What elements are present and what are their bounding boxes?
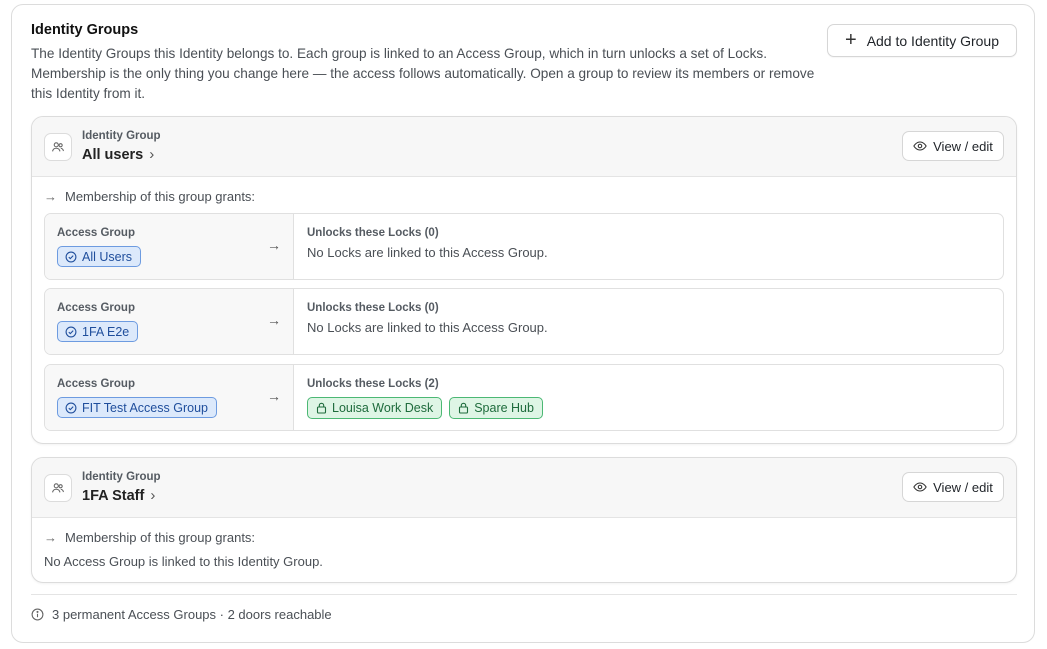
group-kicker: Identity Group [82, 471, 161, 483]
check-circle-icon [65, 251, 77, 262]
users-icon [44, 474, 72, 502]
group-name: All users [82, 146, 144, 163]
locks-title: Unlocks these Locks (0) [307, 302, 439, 314]
lock-list: Louisa Work Desk Spare Hub [307, 397, 543, 419]
section-title: Identity Groups [31, 22, 139, 38]
access-group-cell: Access Group All Users → [45, 214, 294, 279]
eye-icon [913, 482, 927, 492]
arrow-right-icon: → [44, 530, 57, 545]
plus-icon: + [845, 28, 857, 51]
group-name-link[interactable]: 1FA Staff › [82, 487, 155, 504]
no-locks-text: No Locks are linked to this Access Group… [307, 320, 548, 335]
identity-group-card: Identity Group All users › View / edit →… [31, 116, 1017, 444]
access-group-pill[interactable]: All Users [57, 246, 142, 267]
view-edit-button[interactable]: View / edit [902, 131, 1004, 161]
access-group-name: All Users [82, 249, 133, 264]
access-group-kicker: Access Group [57, 227, 135, 239]
info-icon [31, 608, 44, 621]
users-icon [44, 133, 72, 161]
locks-title: Unlocks these Locks (2) [307, 378, 439, 390]
access-group-pill[interactable]: 1FA E2e [57, 321, 139, 342]
view-edit-button[interactable]: View / edit [902, 472, 1004, 502]
access-summary: 3 permanent Access Groups · 2 doors reac… [31, 607, 332, 622]
no-locks-text: No Locks are linked to this Access Group… [307, 245, 548, 260]
arrow-right-icon: → [267, 237, 281, 253]
lock-icon [316, 402, 327, 414]
group-name: 1FA Staff [82, 487, 145, 504]
identity-group-header: Identity Group 1FA Staff › View / edit [32, 458, 1016, 518]
arrow-right-icon: → [267, 388, 281, 404]
no-access-group-text: No Access Group is linked to this Identi… [44, 554, 323, 569]
lock-pill[interactable]: Louisa Work Desk [307, 397, 443, 419]
identity-group-card: Identity Group 1FA Staff › View / edit →… [31, 457, 1017, 583]
access-group-kicker: Access Group [57, 378, 135, 390]
add-button-label: Add to Identity Group [866, 32, 999, 49]
view-edit-label: View / edit [933, 479, 993, 495]
grants-label: → Membership of this group grants: [44, 189, 255, 204]
group-kicker: Identity Group [82, 130, 161, 142]
arrow-right-icon: → [267, 312, 281, 328]
eye-icon [913, 141, 927, 151]
access-group-row: Access Group FIT Test Access Group → Unl… [44, 364, 1004, 431]
chevron-right-icon: › [149, 146, 155, 163]
check-circle-icon [65, 326, 77, 337]
lock-name: Louisa Work Desk [332, 401, 434, 415]
arrow-right-icon: → [44, 189, 57, 204]
section-description: The Identity Groups this Identity belong… [31, 46, 815, 101]
access-group-cell: Access Group 1FA E2e → [45, 289, 294, 354]
add-to-identity-group-button[interactable]: + Add to Identity Group [827, 24, 1017, 57]
view-edit-label: View / edit [933, 138, 993, 154]
summary-text: 3 permanent Access Groups · 2 doors reac… [52, 607, 332, 622]
lock-pill[interactable]: Spare Hub [449, 397, 543, 419]
access-group-pill[interactable]: FIT Test Access Group [57, 397, 217, 418]
locks-title: Unlocks these Locks (0) [307, 227, 439, 239]
check-circle-icon [65, 402, 77, 413]
access-group-cell: Access Group FIT Test Access Group → [45, 365, 294, 430]
identity-groups-panel: Identity Groups The Identity Groups this… [11, 4, 1035, 643]
grants-text: Membership of this group grants: [65, 189, 256, 204]
chevron-right-icon: › [150, 487, 156, 504]
access-group-kicker: Access Group [57, 302, 135, 314]
divider [31, 594, 1017, 595]
access-group-row: Access Group 1FA E2e → Unlocks these Loc… [44, 288, 1004, 355]
identity-group-header: Identity Group All users › View / edit [32, 117, 1016, 177]
access-group-name: FIT Test Access Group [82, 400, 208, 415]
lock-icon [459, 402, 469, 414]
lock-name: Spare Hub [474, 401, 534, 415]
access-group-name: 1FA E2e [82, 324, 130, 339]
access-group-row: Access Group All Users → Unlocks these L… [44, 213, 1004, 280]
group-name-link[interactable]: All users › [82, 146, 154, 163]
grants-text: Membership of this group grants: [65, 530, 256, 545]
grants-label: → Membership of this group grants: [44, 530, 255, 545]
